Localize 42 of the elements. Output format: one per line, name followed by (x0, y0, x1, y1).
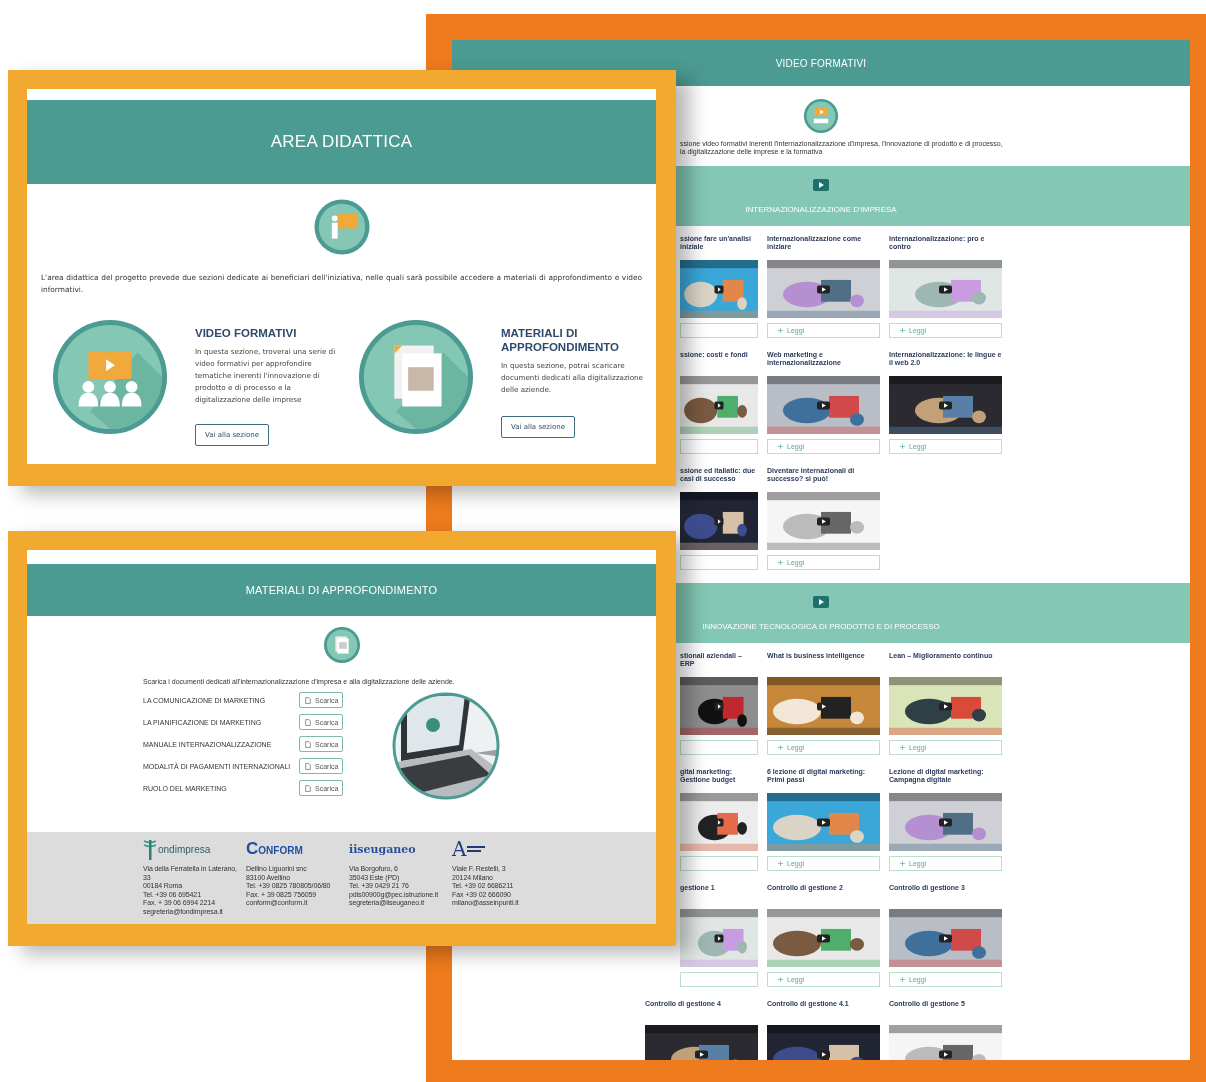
category-title: INTERNAZIONALIZZAZIONE D'IMPRESA (745, 205, 897, 214)
feature-title: VIDEO FORMATIVI (195, 326, 297, 340)
read-more-button[interactable] (680, 439, 758, 454)
plus-icon (900, 861, 905, 866)
read-more-button[interactable] (680, 740, 758, 755)
page-title: AREA DIDATTICA (270, 132, 413, 152)
documents-icon (357, 318, 475, 436)
footer-logo: ondimpresa (158, 843, 211, 855)
footer-logo: iiseuganeo (349, 842, 416, 856)
plus-icon (900, 745, 905, 750)
plus-icon (900, 977, 905, 982)
file-icon (305, 784, 311, 792)
play-icon (813, 179, 829, 191)
plus-icon (778, 745, 783, 750)
footer-logo: CONFORM (246, 839, 303, 859)
category-title: INNOVAZIONE TECNOLOGICA DI PRODOTTO E DI PROCESSO (702, 622, 940, 631)
footer-logo: A (452, 837, 467, 861)
video-lesson-icon (803, 98, 839, 134)
page-title: MATERIALI DI APPROFONDIMENTO (245, 584, 438, 596)
plus-icon (778, 560, 783, 565)
file-icon (305, 762, 311, 770)
document-icon (322, 626, 361, 664)
plus-icon (778, 861, 783, 866)
play-icon (813, 596, 829, 608)
presenter-icon (312, 198, 371, 256)
feature-title: MATERIALI DI APPROFONDIMENTO (501, 326, 620, 354)
file-icon (305, 696, 311, 704)
plus-icon (778, 977, 783, 982)
read-more-button[interactable] (680, 323, 758, 338)
page-title: VIDEO FORMATIVI (775, 57, 867, 69)
video-lesson-icon (51, 318, 169, 436)
read-more-button[interactable] (680, 856, 758, 871)
file-icon (305, 740, 311, 748)
plus-icon (778, 444, 783, 449)
logo-stripes-icon (467, 845, 486, 853)
plus-icon (900, 328, 905, 333)
read-more-button[interactable] (680, 555, 758, 570)
plus-icon (778, 328, 783, 333)
tree-logo-icon (143, 838, 157, 860)
file-icon (305, 718, 311, 726)
plus-icon (900, 444, 905, 449)
read-more-button[interactable] (680, 972, 758, 987)
